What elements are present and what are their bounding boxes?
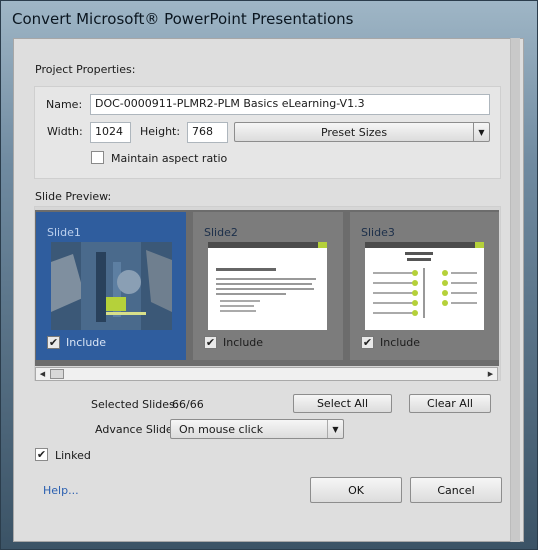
selected-slides-value: 66/66 [172, 398, 204, 411]
slide2-thumbnail-image [208, 242, 327, 330]
window-title: Convert Microsoft® PowerPoint Presentati… [12, 10, 354, 28]
advance-slide-label: Advance Slide: [95, 423, 177, 436]
width-field[interactable]: 1024 [90, 122, 131, 143]
include-checkbox[interactable]: ✔ [361, 336, 374, 349]
width-label: Width: [47, 125, 83, 138]
advance-slide-value: On mouse click [179, 423, 264, 436]
select-all-button[interactable]: Select All [293, 394, 392, 413]
preset-sizes-dropdown[interactable]: Preset Sizes ▼ [234, 122, 490, 142]
advance-slide-dropdown[interactable]: On mouse click ▼ [170, 419, 344, 439]
include-label: Include [66, 336, 107, 349]
slide1-thumbnail-image [51, 242, 172, 330]
selected-slides-label: Selected Slides: [91, 398, 179, 411]
slide-thumbnail [208, 242, 327, 330]
project-properties-label: Project Properties: [35, 63, 136, 76]
height-field[interactable]: 768 [187, 122, 228, 143]
include-checkbox[interactable]: ✔ [204, 336, 217, 349]
name-field[interactable]: DOC-0000911-PLMR2-PLM Basics eLearning-V… [90, 94, 490, 115]
dialog-side-strip [510, 38, 520, 542]
clear-all-button[interactable]: Clear All [409, 394, 491, 413]
maintain-aspect-checkbox[interactable] [91, 151, 104, 164]
include-label: Include [380, 336, 421, 349]
slide3-thumbnail-image [365, 242, 484, 330]
linked-checkbox[interactable]: ✔ [35, 448, 48, 461]
include-row[interactable]: ✔ Include [204, 336, 263, 349]
slide-thumbnail [51, 242, 172, 330]
height-label: Height: [140, 125, 181, 138]
include-label: Include [223, 336, 264, 349]
include-row[interactable]: ✔ Include [47, 336, 106, 349]
slide-tile-1[interactable]: Slide1 ✔ Include [36, 212, 186, 360]
slide-strip: Slide1 ✔ Include Slide2 ✔ Include Slide3… [35, 210, 499, 366]
linked-label: Linked [55, 449, 91, 462]
name-label: Name: [46, 98, 83, 111]
slide-name: Slide1 [47, 226, 81, 239]
cancel-button[interactable]: Cancel [410, 477, 502, 503]
slide-name: Slide2 [204, 226, 238, 239]
help-link[interactable]: Help... [43, 484, 79, 497]
slide-thumbnail [365, 242, 484, 330]
slide-strip-scrollbar[interactable]: ◀ ▶ [35, 367, 498, 381]
slide-tile-3[interactable]: Slide3 ✔ Include [350, 212, 499, 360]
preset-sizes-label: Preset Sizes [320, 126, 388, 139]
include-row[interactable]: ✔ Include [361, 336, 420, 349]
scrollbar-thumb[interactable] [50, 369, 64, 379]
slide-tile-2[interactable]: Slide2 ✔ Include [193, 212, 343, 360]
slide-preview-label: Slide Preview: [35, 190, 112, 203]
scroll-left-icon[interactable]: ◀ [36, 368, 49, 380]
include-checkbox[interactable]: ✔ [47, 336, 60, 349]
scroll-right-icon[interactable]: ▶ [484, 368, 497, 380]
chevron-down-icon: ▼ [327, 420, 343, 438]
ok-button[interactable]: OK [310, 477, 402, 503]
maintain-aspect-label: Maintain aspect ratio [111, 152, 228, 165]
slide-name: Slide3 [361, 226, 395, 239]
chevron-down-icon: ▼ [473, 123, 489, 141]
